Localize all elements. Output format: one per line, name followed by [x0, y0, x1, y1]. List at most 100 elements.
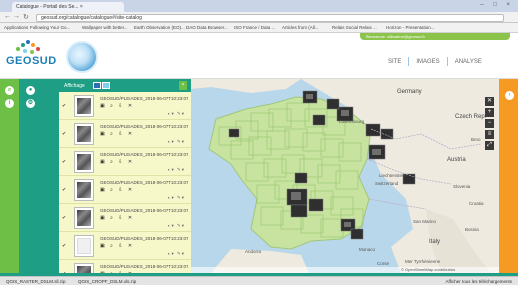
item-actions[interactable]: ▣ ⌕ ⇩ ✕: [100, 187, 134, 193]
item-actions[interactable]: ▣ ⌕ ⇩ ✕: [100, 131, 134, 137]
list-view-icon[interactable]: [102, 82, 110, 89]
reload-icon[interactable]: ↻: [23, 13, 29, 21]
map-label: Brno: [471, 137, 481, 142]
forward-icon[interactable]: →: [13, 13, 20, 20]
visibility-checkbox[interactable]: ✔: [62, 159, 66, 165]
site-header: GEOSUD Bienvenue: utilisateur@geosud.fr …: [0, 33, 518, 78]
browser-tab[interactable]: Catalogue - Portail des Se... ×: [12, 2, 124, 12]
globe-logo-icon: [66, 41, 98, 73]
settings-icon[interactable]: ⚙: [26, 99, 35, 108]
visibility-checkbox[interactable]: ✔: [62, 243, 66, 249]
item-opacity[interactable]: ◐▾ ✎▾: [168, 223, 185, 229]
map-label: Croatia: [469, 201, 484, 206]
nav-site[interactable]: SITE: [388, 59, 401, 65]
fullscreen-icon[interactable]: ⤢: [485, 141, 494, 150]
bookmark-item[interactable]: Following Your Go...: [30, 25, 70, 30]
login-bar[interactable]: Bienvenue: utilisateur@geosud.fr: [360, 33, 510, 40]
bookmark-item[interactable]: Wallpaper with better...: [82, 25, 128, 30]
site-logo[interactable]: GEOSUD: [6, 55, 57, 67]
panel-close-button[interactable]: ×: [179, 81, 187, 90]
map-label: Switzerland: [375, 181, 399, 186]
image-name: GEOSUD/PLEIADES_2018-06-07T10:23:07_XS1_…: [100, 96, 188, 101]
bookmark-item[interactable]: Earth Observation (EO)...: [134, 25, 185, 30]
image-name: GEOSUD/PLEIADES_2018-06-07T10:23:07_XS1_…: [100, 208, 188, 213]
list-item[interactable]: ✔ GEOSUD/PLEIADES_2018-06-07T10:23:07_XS…: [59, 92, 191, 120]
item-actions[interactable]: ▣ ⌕ ⇩ ✕: [100, 243, 134, 249]
show-all-downloads-link[interactable]: Afficher tous les téléchargements: [446, 279, 512, 284]
map-canvas[interactable]: [191, 79, 499, 273]
browser-tabstrip: Catalogue - Portail des Se... × – □ ×: [0, 0, 518, 12]
list-item[interactable]: ✔ GEOSUD/PLEIADES_2018-06-07T10:23:07_XS…: [59, 120, 191, 148]
item-opacity[interactable]: ◐▾ ✎▾: [168, 251, 185, 257]
info-icon[interactable]: i: [5, 99, 14, 108]
download-item[interactable]: QGIS_CROPF_DSLM.xls.zip: [78, 279, 136, 284]
zoom-in-button[interactable]: +: [485, 108, 494, 117]
item-actions[interactable]: ▣ ⌕ ⇩ ✕: [100, 215, 134, 221]
list-item[interactable]: ✔ GEOSUD/PLEIADES_2018-06-07T10:23:07_XS…: [59, 204, 191, 232]
image-thumbnail: [74, 207, 94, 229]
bookmark-item[interactable]: Applications: [4, 25, 28, 30]
site-nav: SITE IMAGES ANALYSE: [388, 57, 482, 66]
item-opacity[interactable]: ◐▾ ✎▾: [168, 139, 185, 145]
image-name: GEOSUD/PLEIADES_2018-06-07T10:23:07_XS1_…: [100, 124, 188, 129]
image-name: GEOSUD/PLEIADES_2018-06-07T10:23:07_XS1_…: [100, 152, 188, 157]
bookmark-item[interactable]: DAO Data Browser...: [186, 25, 228, 30]
image-thumbnail: [74, 263, 94, 273]
eye-icon[interactable]: ●: [26, 86, 35, 95]
panel-title: Affichage: [64, 83, 85, 89]
image-name: GEOSUD/PLEIADES_2018-06-07T10:23:07_XS1_…: [100, 180, 188, 185]
visibility-checkbox[interactable]: ✔: [62, 187, 66, 193]
zoom-out-button[interactable]: −: [485, 119, 494, 128]
image-thumbnail: [74, 179, 94, 201]
map-label: Liechtenstein: [379, 173, 406, 178]
back-icon[interactable]: ←: [4, 13, 11, 20]
logo-dots-icon: [14, 39, 44, 55]
map-label: Austria: [447, 157, 466, 163]
image-thumbnail: [74, 235, 94, 257]
image-thumbnail: [74, 123, 94, 145]
image-name: GEOSUD/PLEIADES_2018-06-07T10:23:07_XS1_…: [100, 264, 188, 269]
visibility-checkbox[interactable]: ✔: [62, 103, 66, 109]
item-actions[interactable]: ▣ ⌕ ⇩ ✕: [100, 159, 134, 165]
list-item[interactable]: ✔ GEOSUD/PLEIADES_2018-06-07T10:23:07_XS…: [59, 148, 191, 176]
bookmark-item[interactable]: ISO France / Data ...: [234, 25, 275, 30]
bookmark-item[interactable]: Articles from (All...: [282, 25, 319, 30]
panel-header: Affichage ×: [59, 79, 191, 92]
list-item[interactable]: ✔ GEOSUD/PLEIADES_2018-06-07T10:23:07_XS…: [59, 232, 191, 260]
bookmark-item[interactable]: Relais Social Relais ...: [332, 25, 377, 30]
nav-images[interactable]: IMAGES: [416, 59, 439, 65]
item-actions[interactable]: ▣ ⌕ ⇩ ✕: [100, 103, 134, 109]
map-label: Luxembourg: [339, 119, 365, 124]
map-label: San Marino: [413, 219, 437, 224]
layers-rail: ● ⚙: [19, 79, 59, 273]
grid-view-icon[interactable]: [93, 82, 101, 89]
address-bar: ← → ↻ geosud.org/catalogue/catalogue#/si…: [0, 12, 518, 23]
analyse-icon[interactable]: ›: [505, 91, 514, 100]
tab-title: Catalogue - Portail des Se... ×: [16, 4, 83, 10]
search-icon[interactable]: ⌕: [5, 86, 14, 95]
map-label: Mer Tyrrhénienne: [405, 259, 441, 264]
map-close-icon[interactable]: ✕: [485, 97, 494, 106]
image-thumbnail: [74, 95, 94, 117]
window-controls[interactable]: – □ ×: [480, 2, 514, 8]
item-opacity[interactable]: ◐▾ ✎▾: [168, 111, 185, 117]
nav-analyse[interactable]: ANALYSE: [455, 59, 482, 65]
layers-icon[interactable]: ≡: [485, 130, 494, 139]
item-opacity[interactable]: ◐▾ ✎▾: [168, 167, 185, 173]
map-label: Corse: [377, 261, 390, 266]
url-field[interactable]: geosud.org/catalogue/catalogue#/site-cat…: [36, 14, 504, 22]
item-opacity[interactable]: ◐▾ ✎▾: [168, 195, 185, 201]
map-label: Germany: [397, 89, 422, 95]
map-label: Czech Rep.: [455, 114, 487, 120]
list-item[interactable]: ✔ GEOSUD/PLEIADES_2018-06-07T10:23:07_XS…: [59, 176, 191, 204]
download-item[interactable]: QGIS_RASTER_DSLM.sll.zip: [6, 279, 66, 284]
map-label: Slovenia: [453, 184, 471, 189]
bookmark-item[interactable]: Horizon - Presentation...: [386, 25, 435, 30]
list-item[interactable]: ✔ GEOSUD/PLEIADES_2018-06-07T10:23:07_XS…: [59, 260, 191, 273]
visibility-checkbox[interactable]: ✔: [62, 215, 66, 221]
image-list-panel: Affichage × ✔ GEOSUD/PLEIADES_2018-06-07…: [59, 79, 191, 273]
map-label: Bosnia: [465, 227, 479, 232]
visibility-checkbox[interactable]: ✔: [62, 131, 66, 137]
image-name: GEOSUD/PLEIADES_2018-06-07T10:23:07_XS1_…: [100, 236, 188, 241]
map-view[interactable]: Germany Czech Rep. Luxembourg Austria Sw…: [191, 79, 499, 273]
